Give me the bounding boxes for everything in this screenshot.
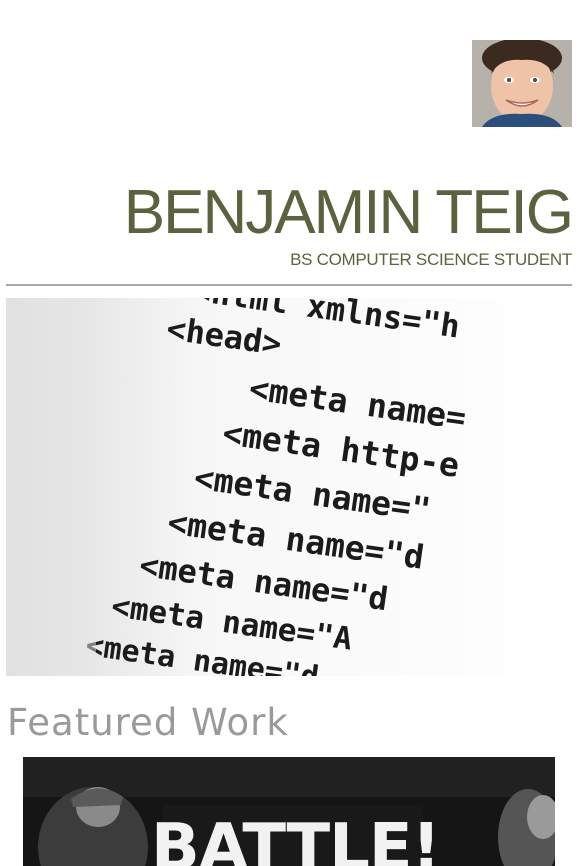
person-name: BENJAMIN TEIG xyxy=(123,178,574,247)
featured-work-heading: Featured Work xyxy=(7,701,289,744)
featured-work-title: BATTLE! xyxy=(151,811,440,866)
profile-avatar xyxy=(472,40,572,127)
person-subtitle: BS COMPUTER SCIENCE STUDENT xyxy=(290,250,572,269)
header-divider xyxy=(6,284,572,286)
hero-code-photo: <html xmlns="h <head> <meta name= <meta … xyxy=(6,298,572,676)
hero-image: <html xmlns="h <head> <meta name= <meta … xyxy=(6,298,572,676)
avatar-photo xyxy=(472,40,572,127)
featured-work-item[interactable]: BATTLE! xyxy=(23,757,555,866)
featured-work-thumbnail: BATTLE! xyxy=(23,757,555,866)
